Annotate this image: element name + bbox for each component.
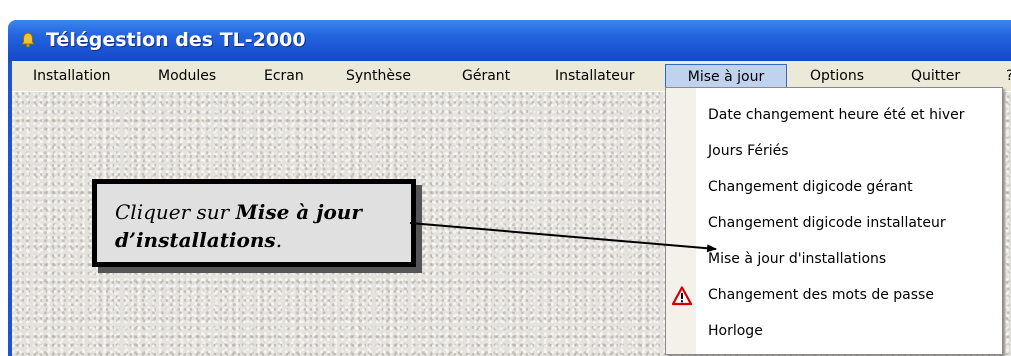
menu-options[interactable]: Options	[810, 64, 864, 88]
menu-ecran[interactable]: Ecran	[264, 64, 304, 88]
warning-icon	[672, 286, 692, 306]
menu-help[interactable]: ?	[1006, 64, 1011, 88]
menu-option-label: Changement digicode gérant	[708, 179, 913, 195]
menu-option-mots-de-passe[interactable]: Changement des mots de passe	[666, 278, 1002, 314]
menu-option-date-changement-heure[interactable]: Date changement heure été et hiver	[666, 98, 1002, 134]
menu-installateur[interactable]: Installateur	[555, 64, 634, 88]
callout-suffix: .	[275, 228, 283, 252]
menu-option-horloge[interactable]: Horloge	[666, 314, 1002, 350]
menu-option-label: Date changement heure été et hiver	[708, 107, 965, 123]
application-window: Télégestion des TL-2000 Installation Mod…	[0, 0, 1011, 356]
bell-icon	[21, 32, 35, 48]
menu-option-label: Horloge	[708, 323, 763, 339]
menu-installation[interactable]: Installation	[33, 64, 111, 88]
menu-gerant[interactable]: Gérant	[462, 64, 510, 88]
mise-a-jour-dropdown: Date changement heure été et hiver Jours…	[665, 87, 1003, 355]
menu-option-label: Mise à jour d'installations	[708, 251, 887, 267]
menu-option-label: Jours Fériés	[708, 143, 789, 159]
menu-option-label: Changement digicode installateur	[708, 215, 946, 231]
callout-text: Cliquer sur Mise à jour d’installations.	[115, 198, 405, 254]
title-bar[interactable]: Télégestion des TL-2000	[8, 20, 1011, 61]
menu-option-digicode-installateur[interactable]: Changement digicode installateur	[666, 206, 1002, 242]
menu-modules[interactable]: Modules	[158, 64, 216, 88]
menu-option-label: Changement des mots de passe	[708, 287, 934, 303]
menu-synthese[interactable]: Synthèse	[346, 64, 411, 88]
menu-option-mise-a-jour-installations[interactable]: Mise à jour d'installations	[666, 242, 1002, 278]
menu-option-jours-feries[interactable]: Jours Fériés	[666, 134, 1002, 170]
menu-quitter[interactable]: Quitter	[911, 64, 960, 88]
menu-mise-a-jour[interactable]: Mise à jour	[665, 64, 787, 88]
callout-prefix: Cliquer sur	[115, 200, 236, 224]
instruction-callout: Cliquer sur Mise à jour d’installations.	[92, 179, 416, 267]
window-title: Télégestion des TL-2000	[46, 29, 306, 51]
menu-option-digicode-gerant[interactable]: Changement digicode gérant	[666, 170, 1002, 206]
